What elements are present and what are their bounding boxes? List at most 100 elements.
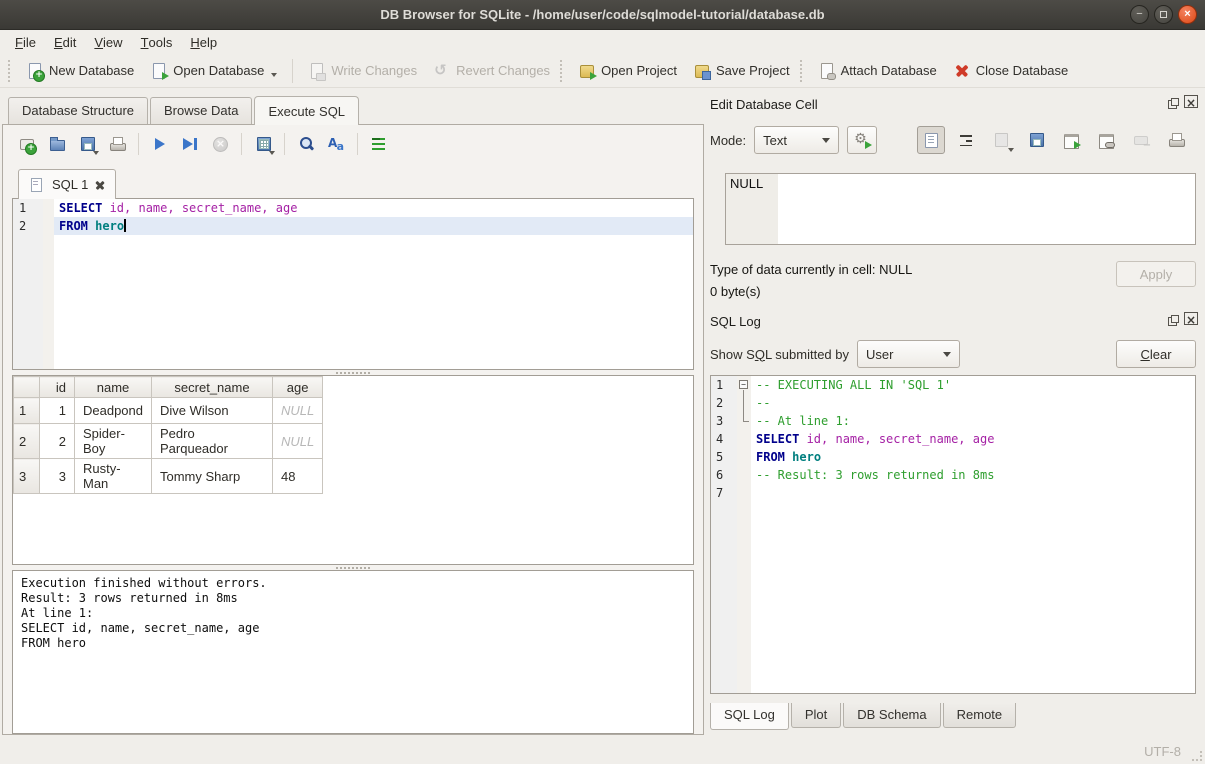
save-project-label: Save Project <box>716 63 790 78</box>
splitter-handle[interactable] <box>12 370 694 375</box>
toolbar-handle[interactable] <box>800 60 805 82</box>
table-cell[interactable]: 1 <box>40 398 75 424</box>
mode-select[interactable]: Text <box>754 126 839 154</box>
toolbar-handle[interactable] <box>8 60 13 82</box>
main-tab-bar: Database StructureBrowse DataExecute SQL <box>2 95 704 124</box>
row-number-cell[interactable]: 3 <box>14 459 40 494</box>
collapse-icon[interactable]: − <box>739 380 748 389</box>
sql-doc-tab[interactable]: SQL 1 <box>18 169 116 199</box>
table-cell[interactable]: Spider-Boy <box>75 424 152 459</box>
close-dock-icon[interactable] <box>1184 315 1196 327</box>
tab-plot[interactable]: Plot <box>791 703 841 728</box>
close-dock-icon[interactable] <box>1184 98 1196 110</box>
row-number-cell[interactable]: 1 <box>14 398 40 424</box>
close-database-button[interactable]: Close Database <box>945 57 1077 85</box>
table-cell[interactable]: NULL <box>273 424 323 459</box>
table-cell[interactable]: NULL <box>273 398 323 424</box>
print-cell-button[interactable] <box>1162 126 1190 154</box>
save-project-button[interactable]: Save Project <box>685 57 798 85</box>
menu-edit[interactable]: Edit <box>45 30 85 54</box>
table-cell[interactable]: Rusty-Man <box>75 459 152 494</box>
column-header-secret-name[interactable]: secret_name <box>152 377 273 398</box>
new-database-button[interactable]: New Database <box>18 57 142 85</box>
row-number-cell[interactable]: 2 <box>14 424 40 459</box>
toolbar-handle[interactable] <box>560 60 565 82</box>
tab-execute-sql[interactable]: Execute SQL <box>254 96 359 125</box>
sql-log-filter-select[interactable]: User <box>857 340 960 368</box>
tab-sql-log[interactable]: SQL Log <box>710 703 789 730</box>
sql-log-wrap: 1−-- EXECUTING ALL IN 'SQL 1'2--3-- At l… <box>710 375 1196 694</box>
table-cell[interactable]: 2 <box>40 424 75 459</box>
close-tab-icon[interactable] <box>94 179 106 191</box>
execute-all-button[interactable] <box>147 131 173 157</box>
find-replace-icon <box>297 135 315 153</box>
table-cell[interactable]: Dive Wilson <box>152 398 273 424</box>
table-row[interactable]: 33Rusty-ManTommy Sharp48 <box>14 459 323 494</box>
column-header-id[interactable]: id <box>40 377 75 398</box>
table-row[interactable]: 22Spider-BoyPedro ParqueadorNULL <box>14 424 323 459</box>
fold-marker-icon[interactable]: − <box>737 376 751 394</box>
attach-database-button[interactable]: Attach Database <box>810 57 945 85</box>
column-header-age[interactable]: age <box>273 377 323 398</box>
code-line: 2FROM hero <box>13 217 693 235</box>
tab-db-schema[interactable]: DB Schema <box>843 703 940 728</box>
table-row[interactable]: 11DeadpondDive WilsonNULL <box>14 398 323 424</box>
chevron-down-icon[interactable] <box>269 151 275 155</box>
save-sql-file-button[interactable] <box>74 131 100 157</box>
line-number: 1 <box>711 376 737 394</box>
minimize-icon[interactable]: − <box>1130 5 1149 24</box>
print-button[interactable] <box>104 131 130 157</box>
corner-header-cell[interactable] <box>14 377 40 398</box>
open-sql-file-button[interactable] <box>44 131 70 157</box>
copy-cell-link-button[interactable] <box>1092 126 1120 154</box>
menu-file[interactable]: File <box>6 30 45 54</box>
cell-value: NULL <box>730 176 763 191</box>
execute-sql-panel: SQL 1 1SELECT id, name, secret_name, age… <box>2 124 704 735</box>
float-dock-icon[interactable] <box>1167 98 1179 110</box>
word-wrap-button[interactable] <box>952 126 980 154</box>
float-dock-icon[interactable] <box>1167 315 1179 327</box>
table-cell[interactable]: Tommy Sharp <box>152 459 273 494</box>
apply-format-button[interactable] <box>847 126 877 154</box>
format-sql-button[interactable] <box>323 131 349 157</box>
open-project-button[interactable]: Open Project <box>570 57 685 85</box>
menu-view[interactable]: View <box>85 30 131 54</box>
close-icon[interactable]: × <box>1178 5 1197 24</box>
menu-help[interactable]: Help <box>181 30 226 54</box>
sql-log-filter-row: Show SQL submitted by User Clear <box>710 340 1196 368</box>
tab-remote[interactable]: Remote <box>943 703 1017 728</box>
splitter-handle[interactable] <box>12 565 694 570</box>
column-header-name[interactable]: name <box>75 377 152 398</box>
chevron-down-icon[interactable] <box>93 151 99 155</box>
menu-tools[interactable]: Tools <box>132 30 182 54</box>
text-mode-button[interactable] <box>917 126 945 154</box>
tab-browse-data[interactable]: Browse Data <box>150 97 252 124</box>
close-database-label: Close Database <box>976 63 1069 78</box>
resize-grip-icon[interactable] <box>1192 751 1202 761</box>
execute-current-line-button[interactable] <box>177 131 203 157</box>
maximize-icon[interactable] <box>1154 5 1173 24</box>
edit-cell-title: Edit Database Cell <box>710 97 1167 112</box>
open-database-button[interactable]: Open Database <box>142 57 285 85</box>
clear-log-button[interactable]: Clear <box>1116 340 1196 368</box>
sql-code-editor[interactable]: 1SELECT id, name, secret_name, age2FROM … <box>12 198 694 370</box>
fold-marker-icon[interactable] <box>737 394 751 412</box>
app-window: DB Browser for SQLite - /home/user/code/… <box>0 0 1205 764</box>
new-tab-button[interactable] <box>14 131 40 157</box>
chevron-down-icon[interactable] <box>271 73 277 77</box>
open-database-label: Open Database <box>173 63 264 78</box>
cell-value-editor[interactable]: NULL <box>725 173 1196 245</box>
save-as-button[interactable] <box>1022 126 1050 154</box>
auto-indent-button[interactable] <box>366 131 392 157</box>
table-cell[interactable]: 3 <box>40 459 75 494</box>
save-results-button[interactable] <box>250 131 276 157</box>
table-cell[interactable]: Deadpond <box>75 398 152 424</box>
toolbar-separator <box>292 59 293 83</box>
table-cell[interactable]: Pedro Parqueador <box>152 424 273 459</box>
chevron-down-icon[interactable] <box>1008 148 1014 152</box>
open-external-button[interactable] <box>1057 126 1085 154</box>
fold-marker-icon[interactable] <box>737 412 751 430</box>
table-cell[interactable]: 48 <box>273 459 323 494</box>
tab-database-structure[interactable]: Database Structure <box>8 97 148 124</box>
find-replace-button[interactable] <box>293 131 319 157</box>
